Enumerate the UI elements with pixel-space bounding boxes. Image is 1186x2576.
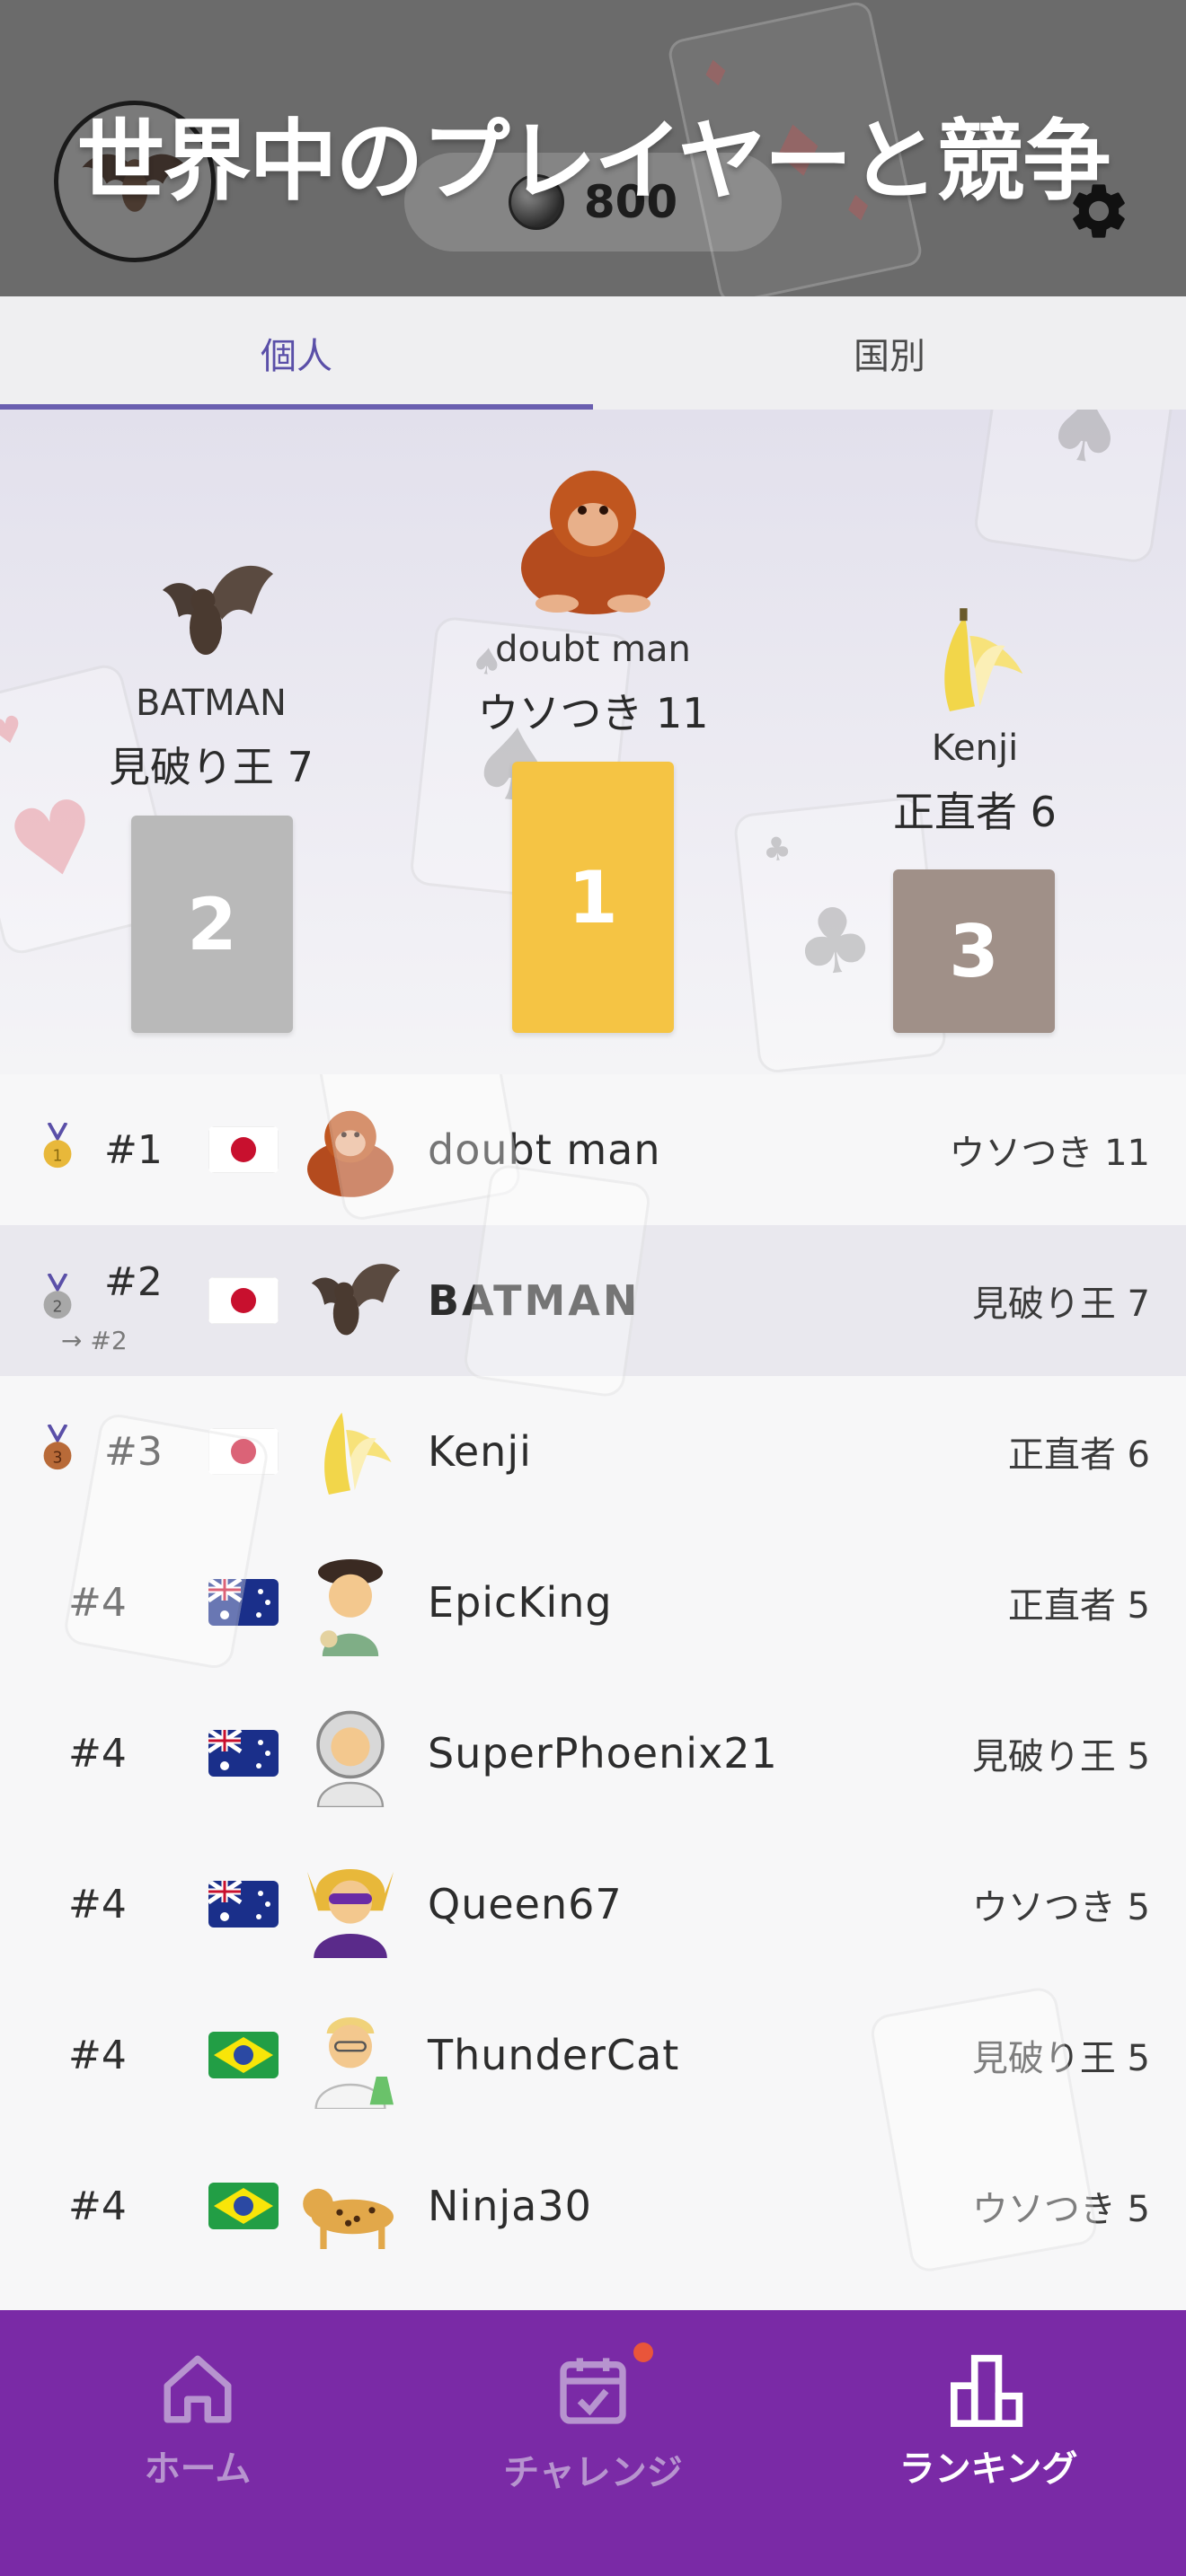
player-name: Queen67 (428, 1880, 623, 1928)
ranking-tabs: 個人 国別 (0, 296, 1186, 410)
supervillain-avatar-icon (307, 1869, 394, 1958)
gold-medal-icon: 1 (43, 1123, 72, 1169)
astronaut-avatar-icon (316, 1710, 385, 1807)
podium-third-score: 正直者 6 (893, 788, 1057, 836)
banana-avatar-icon (324, 1412, 392, 1495)
player-score: 正直者 6 (1007, 1434, 1150, 1476)
japan-flag-icon (208, 1428, 279, 1475)
rank-label: #4 (68, 1579, 127, 1626)
scientist-avatar-icon (314, 2017, 394, 2109)
tab-individual[interactable]: 個人 (0, 296, 593, 410)
silver-medal-icon: 2 (43, 1274, 72, 1319)
rank-label: #2 (104, 1259, 163, 1305)
player-score: ウソつき 11 (949, 1133, 1150, 1174)
svg-text:2: 2 (52, 1298, 62, 1316)
notification-badge (633, 2342, 653, 2362)
player-score: ウソつき 5 (971, 1887, 1150, 1928)
japan-flag-icon (208, 1126, 279, 1173)
leaderboard-list[interactable]: 1 #1 doubt man ウソつき 11 2 #2 → #2 BATMAN … (0, 1074, 1186, 2310)
bottom-navigation: ホーム チャレンジ ランキング (0, 2310, 1186, 2576)
brazil-flag-icon (208, 2032, 279, 2078)
tab-country[interactable]: 国別 (593, 296, 1186, 410)
leopard-avatar-icon (303, 2188, 394, 2249)
nav-ranking[interactable]: ランキング (791, 2310, 1186, 2576)
player-score: 見破り王 5 (971, 2038, 1150, 2079)
podium-third-name: Kenji (931, 728, 1019, 769)
podium-second-score: 見破り王 7 (109, 743, 314, 791)
podium-first-block: 1 (512, 762, 674, 1033)
podium-first[interactable]: doubt man ウソつき 11 (386, 446, 800, 740)
podium-third[interactable]: Kenji 正直者 6 (800, 598, 1150, 839)
australia-flag-icon (208, 1881, 279, 1928)
player-score: ウソつき 5 (971, 2189, 1150, 2230)
table-row[interactable]: 3 #3 Kenji 正直者 6 (0, 1376, 1186, 1527)
australia-flag-icon (208, 1730, 279, 1777)
rank-label: #1 (104, 1126, 163, 1173)
previous-rank-label: → #2 (61, 1326, 128, 1355)
podium-third-block: 3 (893, 869, 1055, 1033)
bronze-medal-icon: 3 (43, 1425, 72, 1470)
player-score: 正直者 5 (1007, 1585, 1150, 1627)
player-name: Ninja30 (428, 2182, 592, 2230)
page-headline: 世界中のプレイヤーと競争 (76, 110, 1111, 213)
brazil-flag-icon (208, 2183, 279, 2229)
player-name: doubt man (428, 1125, 661, 1174)
podium-first-name: doubt man (495, 629, 691, 670)
table-row-current-user[interactable]: 2 #2 → #2 BATMAN 見破り王 7 (0, 1225, 1186, 1376)
orangutan-avatar-icon (521, 471, 665, 614)
svg-text:3: 3 (52, 1449, 62, 1467)
podium: ♠ ♠ ♥ ♥ ♠ ♠ ♣ ♣ doubt man ウソつき 11 1 B (0, 410, 1186, 1074)
rank-label: #4 (68, 2183, 127, 2229)
table-row[interactable]: #4 Queen67 ウソつき 5 (0, 1829, 1186, 1980)
podium-first-score: ウソつき 11 (477, 689, 709, 737)
orangutan-avatar-icon (307, 1110, 394, 1197)
player-name: BATMAN (428, 1276, 641, 1325)
rank-label: #4 (68, 1730, 127, 1777)
nav-challenge-label: チャレンジ (503, 2452, 683, 2493)
player-name: ThunderCat (428, 2031, 680, 2079)
artist-avatar-icon (318, 1559, 383, 1656)
player-score: 見破り王 7 (971, 1284, 1150, 1325)
player-name: Kenji (428, 1427, 532, 1476)
podium-second-block: 2 (131, 816, 293, 1033)
player-name: EpicKing (428, 1578, 613, 1627)
app-header: ♦ ♦ ♦ 800 世界中のプレイヤーと競争 (0, 0, 1186, 296)
table-row[interactable]: #4 ThunderCat 見破り王 5 (0, 1980, 1186, 2130)
table-row[interactable]: #4 EpicKing 正直者 5 (0, 1527, 1186, 1678)
svg-text:1: 1 (52, 1147, 62, 1165)
table-row[interactable]: 1 #1 doubt man ウソつき 11 (0, 1074, 1186, 1225)
australia-flag-icon (208, 1579, 279, 1626)
rank-label: #4 (68, 1881, 127, 1928)
nav-home-label: ホーム (144, 2448, 252, 2490)
japan-flag-icon (208, 1277, 279, 1324)
table-row[interactable]: #4 Ninja30 ウソつき 5 (0, 2130, 1186, 2281)
bat-avatar-icon (163, 565, 273, 655)
ranking-bars-icon (951, 2354, 1023, 2427)
podium-second[interactable]: BATMAN 見破り王 7 (36, 544, 386, 794)
nav-home[interactable]: ホーム (0, 2310, 395, 2576)
home-icon (164, 2355, 232, 2423)
nav-challenge[interactable]: チャレンジ (395, 2310, 791, 2576)
bat-avatar-icon (311, 1264, 401, 1336)
calendar-check-icon (560, 2358, 626, 2424)
player-name: SuperPhoenix21 (428, 1729, 778, 1778)
gear-icon[interactable] (1066, 178, 1132, 244)
banana-avatar-icon (944, 608, 1023, 711)
player-score: 見破り王 5 (971, 1736, 1150, 1778)
table-row[interactable]: #4 SuperPhoenix21 見破り王 5 (0, 1678, 1186, 1829)
rank-label: #4 (68, 2032, 127, 2078)
podium-second-name: BATMAN (136, 683, 287, 724)
decorative-card: ♠ ♠ (972, 410, 1184, 565)
rank-label: #3 (104, 1428, 163, 1475)
nav-ranking-label: ランキング (898, 2448, 1078, 2490)
